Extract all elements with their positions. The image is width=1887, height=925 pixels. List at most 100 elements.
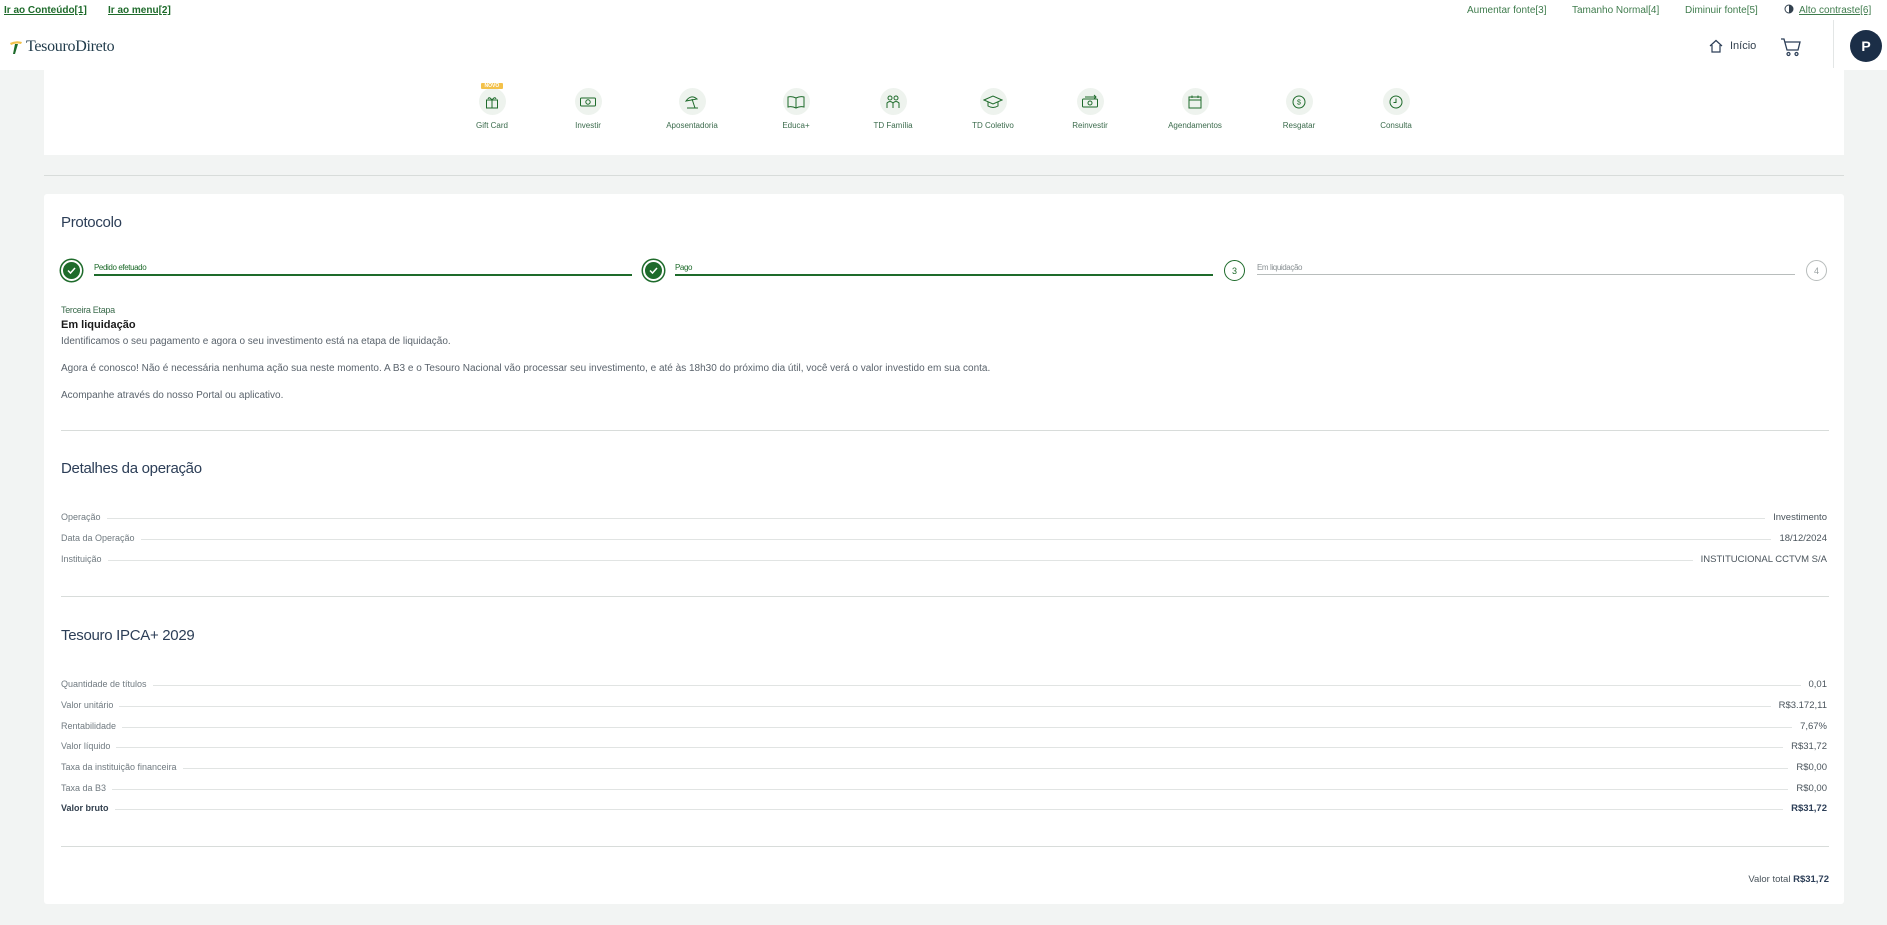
step-2-line [675, 274, 1213, 276]
section-divider [61, 846, 1829, 847]
menu-label: Reinvestir [1072, 121, 1108, 130]
section-divider [61, 596, 1829, 597]
bond-row: Quantidade de títulos 0,01 [61, 679, 1827, 691]
divider [44, 175, 1844, 176]
row-value: R$3.172,11 [1770, 700, 1827, 711]
menu-label: Resgatar [1282, 121, 1316, 130]
row-value: Investimento [1765, 512, 1827, 523]
row-label: Valor bruto [61, 803, 115, 813]
menu-item-aposentadoria[interactable]: Aposentadoria [647, 88, 737, 130]
menu-item-consulta[interactable]: Consulta [1351, 88, 1441, 130]
stage-paragraph-3: Acompanhe através do nosso Portal ou apl… [61, 390, 284, 401]
menu-label: Aposentadoria [666, 121, 718, 130]
high-contrast-button[interactable]: Alto contraste[6] [1799, 5, 1871, 16]
step-1-check-icon [61, 260, 82, 281]
total-value: Valor total R$31,72 [1748, 874, 1829, 885]
increase-font-button[interactable]: Aumentar fonte[3] [1467, 5, 1547, 16]
skip-to-content-link[interactable]: Ir ao Conteúdo[1] [4, 5, 87, 16]
menu-label: TD Coletivo [972, 121, 1014, 130]
bond-row-total: Valor bruto R$31,72 [61, 803, 1827, 815]
step-2-label: Pago [675, 263, 693, 272]
stage-subtitle: Terceira Etapa [61, 305, 115, 315]
menu-item-agendamentos[interactable]: Agendamentos [1150, 88, 1240, 130]
menu-label: Investir [575, 121, 601, 130]
menu-label: Agendamentos [1168, 121, 1222, 130]
row-label: Taxa da instituição financeira [61, 762, 183, 772]
step-2-check-icon [643, 260, 664, 281]
menu-label: Consulta [1380, 121, 1412, 130]
protocol-card: Protocolo Pedido efetuado Pago 3 Em liqu… [44, 194, 1844, 904]
step-3-line [1257, 274, 1795, 275]
bond-row: Taxa da B3 R$0,00 [61, 783, 1827, 795]
contrast-icon [1784, 4, 1794, 17]
bond-title: Tesouro IPCA+ 2029 [61, 627, 195, 644]
reinvest-icon [1082, 94, 1098, 107]
section-divider [61, 430, 1829, 431]
header-divider [1833, 20, 1834, 68]
menu-item-gift-card[interactable]: NOVO Gift Card [447, 83, 537, 130]
avatar[interactable]: P [1850, 30, 1882, 62]
step-3-number: 3 [1224, 260, 1245, 281]
bond-row: Rentabilidade 7,67% [61, 721, 1827, 733]
beach-umbrella-icon [684, 95, 699, 108]
row-label: Instituição [61, 554, 108, 564]
bond-row: Valor líquido R$31,72 [61, 741, 1827, 753]
logo-text: TesouroDireto [26, 38, 115, 55]
row-value: 0,01 [1800, 679, 1827, 690]
total-label: Valor total [1748, 874, 1791, 885]
clock-icon [1389, 95, 1403, 108]
decrease-font-button[interactable]: Diminuir fonte[5] [1685, 5, 1758, 16]
menu-label: Gift Card [475, 121, 508, 130]
cart-button[interactable] [1780, 37, 1802, 62]
money-icon [580, 97, 596, 106]
step-1-label: Pedido efetuado [94, 263, 147, 272]
svg-text:$: $ [1297, 99, 1301, 106]
row-value: R$31,72 [1783, 803, 1827, 814]
menu-item-td-familia[interactable]: TD Família [848, 88, 938, 130]
stage-paragraph-2: Agora é conosco! Não é necessária nenhum… [61, 363, 991, 374]
row-value: INSTITUCIONAL CCTVM S/A [1692, 554, 1827, 565]
menu-item-reinvestir[interactable]: Reinvestir [1045, 88, 1135, 130]
bond-row: Taxa da instituição financeira R$0,00 [61, 762, 1827, 774]
protocol-title: Protocolo [61, 214, 122, 231]
row-label: Valor líquido [61, 741, 117, 751]
row-value: 18/12/2024 [1771, 533, 1827, 544]
menu-item-resgatar[interactable]: $ Resgatar [1254, 88, 1344, 130]
row-value: R$0,00 [1788, 762, 1827, 773]
bond-row: Valor unitário R$3.172,11 [61, 700, 1827, 712]
cart-icon [1781, 38, 1801, 57]
menu-label: TD Família [873, 121, 913, 130]
row-value: 7,67% [1792, 721, 1827, 732]
logo[interactable]: TesouroDireto [8, 38, 115, 56]
row-value: R$0,00 [1788, 783, 1827, 794]
menu-item-td-coletivo[interactable]: TD Coletivo [948, 88, 1038, 130]
step-4-number: 4 [1806, 260, 1827, 281]
operation-row: Instituição INSTITUCIONAL CCTVM S/A [61, 554, 1827, 566]
row-label: Quantidade de títulos [61, 679, 153, 689]
home-icon [1709, 39, 1723, 53]
menu-label: Educa+ [782, 121, 810, 130]
stage-title: Em liquidação [61, 319, 136, 331]
main-menu: NOVO Gift Card Investir Aposentadoria Ed… [44, 70, 1844, 155]
row-label: Taxa da B3 [61, 783, 113, 793]
home-label: Início [1730, 40, 1757, 52]
accessibility-bar: Ir ao Conteúdo[1] Ir ao menu[2] Aumentar… [0, 0, 1887, 20]
new-badge: NOVO [480, 83, 504, 89]
home-link[interactable]: Início [1708, 38, 1756, 54]
header: TesouroDireto Início P [0, 20, 1887, 70]
operation-row: Data da Operação 18/12/2024 [61, 533, 1827, 545]
family-icon [886, 95, 900, 108]
menu-item-educa[interactable]: Educa+ [751, 88, 841, 130]
stage-paragraph-1: Identificamos o seu pagamento e agora o … [61, 336, 451, 347]
operation-title: Detalhes da operação [61, 460, 202, 477]
normal-font-button[interactable]: Tamanho Normal[4] [1572, 5, 1659, 16]
coin-icon: $ [1292, 95, 1306, 108]
row-label: Operação [61, 512, 107, 522]
book-icon [787, 95, 805, 109]
menu-item-investir[interactable]: Investir [543, 88, 633, 130]
step-1-line [94, 274, 632, 276]
skip-to-menu-link[interactable]: Ir ao menu[2] [108, 5, 171, 16]
tesouro-logo-icon [10, 41, 22, 54]
row-label: Valor unitário [61, 700, 120, 710]
step-3-label: Em liquidação [1257, 263, 1303, 272]
